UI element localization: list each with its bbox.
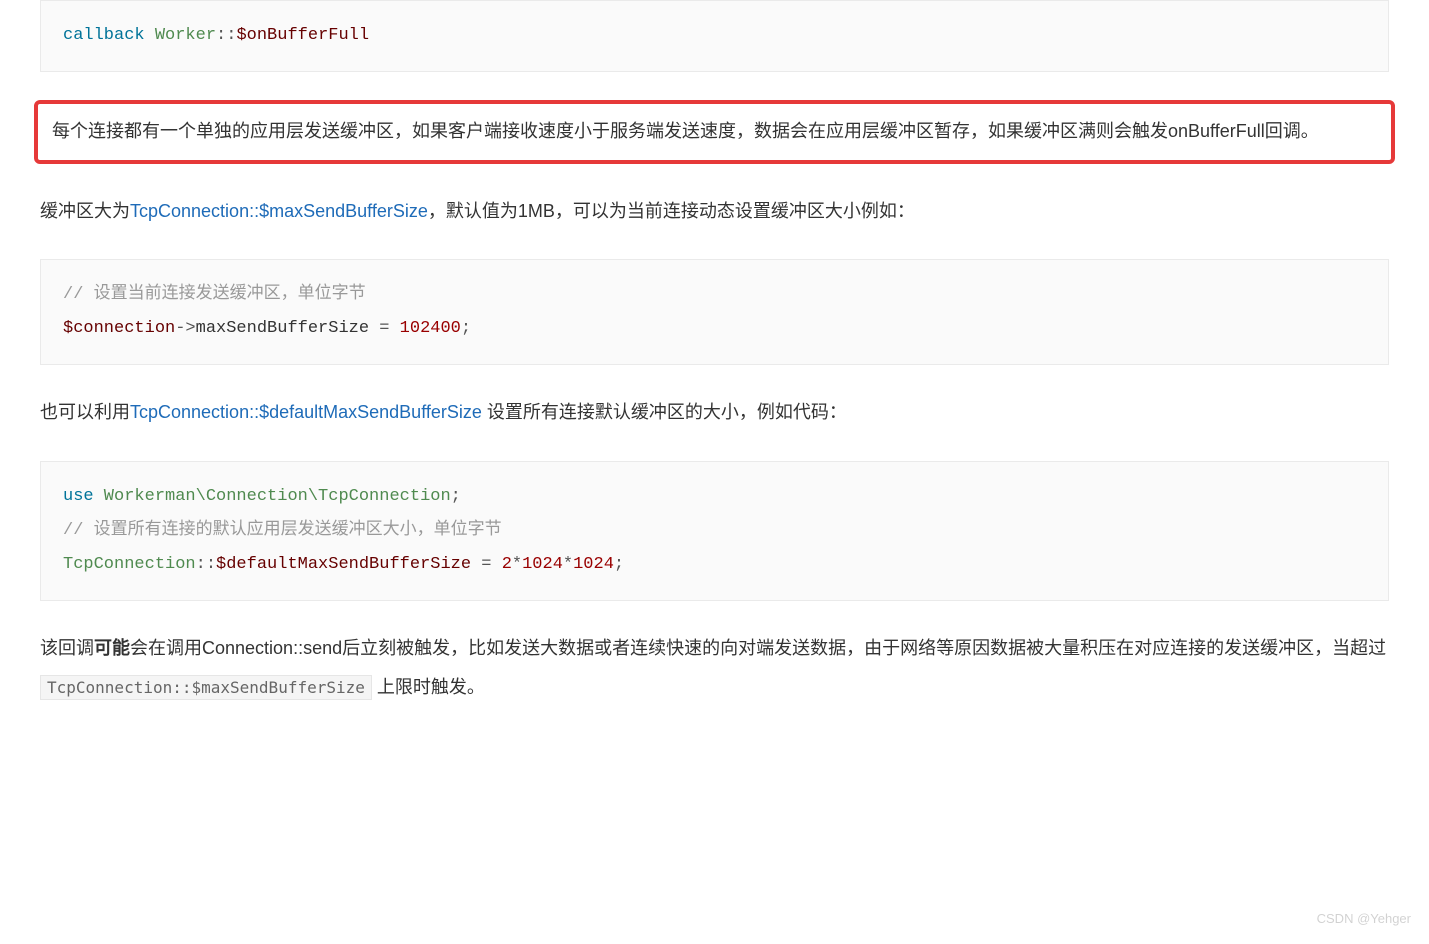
code-comment: // 设置当前连接发送缓冲区，单位字节 — [63, 285, 366, 304]
code-block-set-buffer: // 设置当前连接发送缓冲区，单位字节 $connection->maxSend… — [40, 259, 1389, 365]
code-number: 1024 — [573, 555, 614, 574]
paragraph-callback-trigger: 该回调可能会在调用Connection::send后立刻被触发，比如发送大数据或… — [40, 629, 1389, 708]
paragraph-default-buffer: 也可以利用TcpConnection::$defaultMaxSendBuffe… — [40, 393, 1389, 433]
highlight-text: 每个连接都有一个单独的应用层发送缓冲区，如果客户端接收速度小于服务端发送速度，数… — [52, 112, 1377, 152]
code-class: TcpConnection — [63, 555, 196, 574]
text-segment: 上限时触发。 — [372, 677, 485, 697]
text-segment: 会在调用Connection::send后立刻被触发，比如发送大数据或者连续快速… — [130, 638, 1386, 658]
code-block-use-default: use Workerman\Connection\TcpConnection; … — [40, 461, 1389, 601]
code-number: 2 — [502, 555, 512, 574]
link-max-send-buffer[interactable]: TcpConnection::$maxSendBufferSize — [130, 201, 428, 221]
code-number: 1024 — [522, 555, 563, 574]
code-property: maxSendBufferSize — [196, 319, 369, 338]
code-namespace: Workerman\Connection\TcpConnection — [94, 487, 451, 506]
code-semi: ; — [614, 555, 624, 574]
text-after-link: ，默认值为1MB，可以为当前连接动态设置缓冲区大小例如： — [428, 201, 915, 221]
text-before-link: 也可以利用 — [40, 402, 130, 422]
code-semi: ; — [461, 319, 471, 338]
highlight-box: 每个连接都有一个单独的应用层发送缓冲区，如果客户端接收速度小于服务端发送速度，数… — [34, 100, 1395, 164]
code-equals: = — [369, 319, 400, 338]
text-after-link: 设置所有连接默认缓冲区的大小，例如代码： — [482, 402, 847, 422]
code-star: * — [563, 555, 573, 574]
code-keyword: callback — [63, 26, 145, 45]
code-variable: $defaultMaxSendBufferSize — [216, 555, 471, 574]
code-arrow: -> — [175, 319, 195, 338]
text-segment: 该回调 — [40, 638, 94, 658]
code-keyword-use: use — [63, 487, 94, 506]
paragraph-buffer-size: 缓冲区大为TcpConnection::$maxSendBufferSize，默… — [40, 192, 1389, 232]
code-block-callback: callback Worker::$onBufferFull — [40, 0, 1389, 72]
code-separator: :: — [196, 555, 216, 574]
code-variable: $connection — [63, 319, 175, 338]
code-separator: :: — [216, 26, 236, 45]
code-star: * — [512, 555, 522, 574]
code-class: Worker — [155, 26, 216, 45]
code-semi: ; — [451, 487, 461, 506]
link-default-max-send-buffer[interactable]: TcpConnection::$defaultMaxSendBufferSize — [130, 402, 482, 422]
code-comment: // 设置所有连接的默认应用层发送缓冲区大小，单位字节 — [63, 521, 502, 540]
code-equals: = — [471, 555, 502, 574]
code-number: 102400 — [400, 319, 461, 338]
code-variable: $onBufferFull — [236, 26, 369, 45]
watermark: CSDN @Yehger — [1317, 905, 1411, 934]
text-bold: 可能 — [94, 638, 130, 658]
text-before-link: 缓冲区大为 — [40, 201, 130, 221]
inline-code: TcpConnection::$maxSendBufferSize — [40, 675, 372, 700]
